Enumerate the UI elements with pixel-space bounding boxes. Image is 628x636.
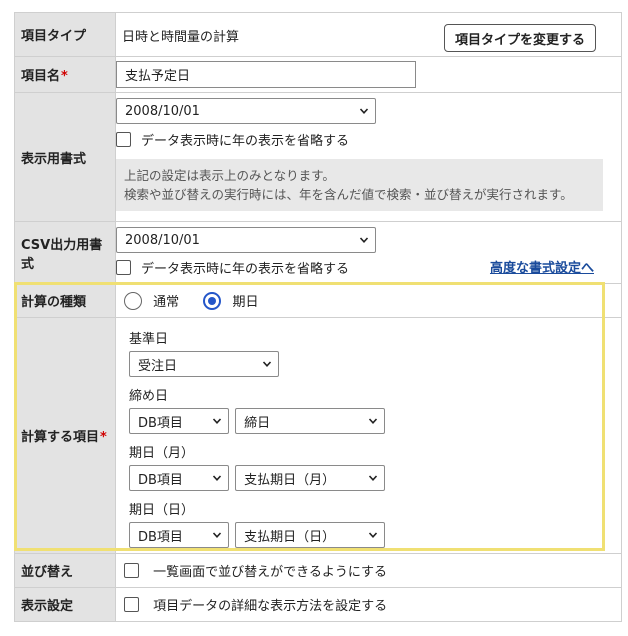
chevron-down-icon bbox=[368, 473, 378, 483]
advanced-format-link[interactable]: 高度な書式設定へ bbox=[490, 257, 594, 276]
item-name-cell: 支払予定日 bbox=[115, 56, 622, 93]
chevron-down-icon bbox=[359, 106, 369, 116]
chevron-down-icon bbox=[368, 530, 378, 540]
item-type-label: 項目タイプ bbox=[14, 12, 116, 57]
calc-items-label: 計算する項目* bbox=[14, 317, 116, 554]
item-name-input[interactable]: 支払予定日 bbox=[116, 61, 416, 88]
due-month-label: 期日（月） bbox=[129, 446, 195, 461]
due-month-source-value: DB項目 bbox=[138, 472, 183, 488]
calc-type-due-radio[interactable] bbox=[203, 291, 222, 310]
due-month-field-value: 支払期日（月） bbox=[244, 472, 336, 488]
closing-field-select[interactable]: 締日 bbox=[235, 408, 386, 434]
due-day-source-select[interactable]: DB項目 bbox=[129, 522, 229, 548]
sort-checkbox[interactable] bbox=[124, 563, 139, 578]
chevron-down-icon bbox=[262, 359, 272, 369]
item-name-label: 項目名* bbox=[14, 56, 116, 93]
item-settings-form: 項目タイプ 日時と時間量の計算 項目タイプを変更する 項目名* 支払予定日 表示… bbox=[14, 12, 622, 622]
display-format-select[interactable]: 2008/10/01 bbox=[116, 98, 376, 124]
closing-source-value: DB項目 bbox=[138, 415, 183, 431]
display-format-label: 表示用書式 bbox=[14, 92, 116, 222]
sort-label: 並び替え bbox=[14, 553, 116, 588]
csv-format-cell: 2008/10/01 データ表示時に年の表示を省略する 高度な書式設定へ bbox=[115, 221, 622, 284]
omit-year-checkbox[interactable] bbox=[116, 131, 131, 147]
csv-format-select[interactable]: 2008/10/01 bbox=[116, 227, 376, 253]
calc-items-cell: 基準日 受注日 締め日 DB項目 締日 期日（月） DB項目 支払期日（月） 期… bbox=[115, 317, 622, 554]
csv-format-value: 2008/10/01 bbox=[125, 232, 200, 248]
chevron-down-icon bbox=[368, 416, 378, 426]
base-date-value: 受注日 bbox=[138, 358, 178, 374]
change-item-type-button[interactable]: 項目タイプを変更する bbox=[443, 24, 596, 52]
due-day-field-select[interactable]: 支払期日（日） bbox=[235, 522, 386, 548]
closing-date-label: 締め日 bbox=[129, 389, 169, 404]
sort-checkbox-label: 一覧画面で並び替えができるようにする bbox=[153, 565, 388, 580]
due-day-field-value: 支払期日（日） bbox=[244, 529, 336, 545]
omit-year-label: データ表示時に年の表示を省略する bbox=[141, 133, 350, 149]
display-settings-label: 表示設定 bbox=[14, 587, 116, 622]
calc-type-label: 計算の種類 bbox=[14, 283, 116, 318]
required-mark: * bbox=[100, 430, 107, 445]
calc-type-cell: 通常 期日 bbox=[115, 283, 622, 318]
chevron-down-icon bbox=[212, 473, 222, 483]
due-month-source-select[interactable]: DB項目 bbox=[129, 465, 229, 491]
base-date-label: 基準日 bbox=[129, 332, 169, 347]
calc-type-normal-label: 通常 bbox=[153, 295, 180, 310]
csv-omit-year-label: データ表示時に年の表示を省略する bbox=[141, 261, 350, 277]
note-line-1: 上記の設定は表示上のみとなります。 bbox=[124, 168, 335, 183]
base-date-select[interactable]: 受注日 bbox=[129, 351, 279, 377]
csv-format-label: CSV出力用書式 bbox=[14, 221, 116, 284]
display-format-cell: 2008/10/01 データ表示時に年の表示を省略する 上記の設定は表示上のみと… bbox=[115, 92, 622, 222]
display-settings-checkbox-label: 項目データの詳細な表示方法を設定する bbox=[153, 599, 388, 614]
due-day-label: 期日（日） bbox=[129, 503, 195, 518]
chevron-down-icon bbox=[359, 235, 369, 245]
display-settings-cell: 項目データの詳細な表示方法を設定する bbox=[115, 587, 622, 622]
chevron-down-icon bbox=[212, 416, 222, 426]
display-settings-checkbox[interactable] bbox=[124, 597, 139, 612]
display-format-value: 2008/10/01 bbox=[125, 103, 200, 119]
required-mark: * bbox=[61, 69, 68, 84]
item-type-cell: 日時と時間量の計算 項目タイプを変更する bbox=[115, 12, 622, 57]
sort-cell: 一覧画面で並び替えができるようにする bbox=[115, 553, 622, 588]
csv-omit-year-checkbox[interactable] bbox=[116, 259, 131, 275]
closing-source-select[interactable]: DB項目 bbox=[129, 408, 229, 434]
chevron-down-icon bbox=[212, 530, 222, 540]
calc-type-due-label: 期日 bbox=[232, 295, 259, 310]
due-day-source-value: DB項目 bbox=[138, 529, 183, 545]
display-format-note: 上記の設定は表示上のみとなります。 検索や並び替えの実行時には、年を含んだ値で検… bbox=[116, 159, 603, 211]
note-line-2: 検索や並び替えの実行時には、年を含んだ値で検索・並び替えが実行されます。 bbox=[124, 187, 573, 202]
item-type-value: 日時と時間量の計算 bbox=[122, 30, 240, 45]
calc-type-normal-radio[interactable] bbox=[124, 291, 142, 310]
due-month-field-select[interactable]: 支払期日（月） bbox=[235, 465, 386, 491]
closing-field-value: 締日 bbox=[244, 415, 271, 431]
